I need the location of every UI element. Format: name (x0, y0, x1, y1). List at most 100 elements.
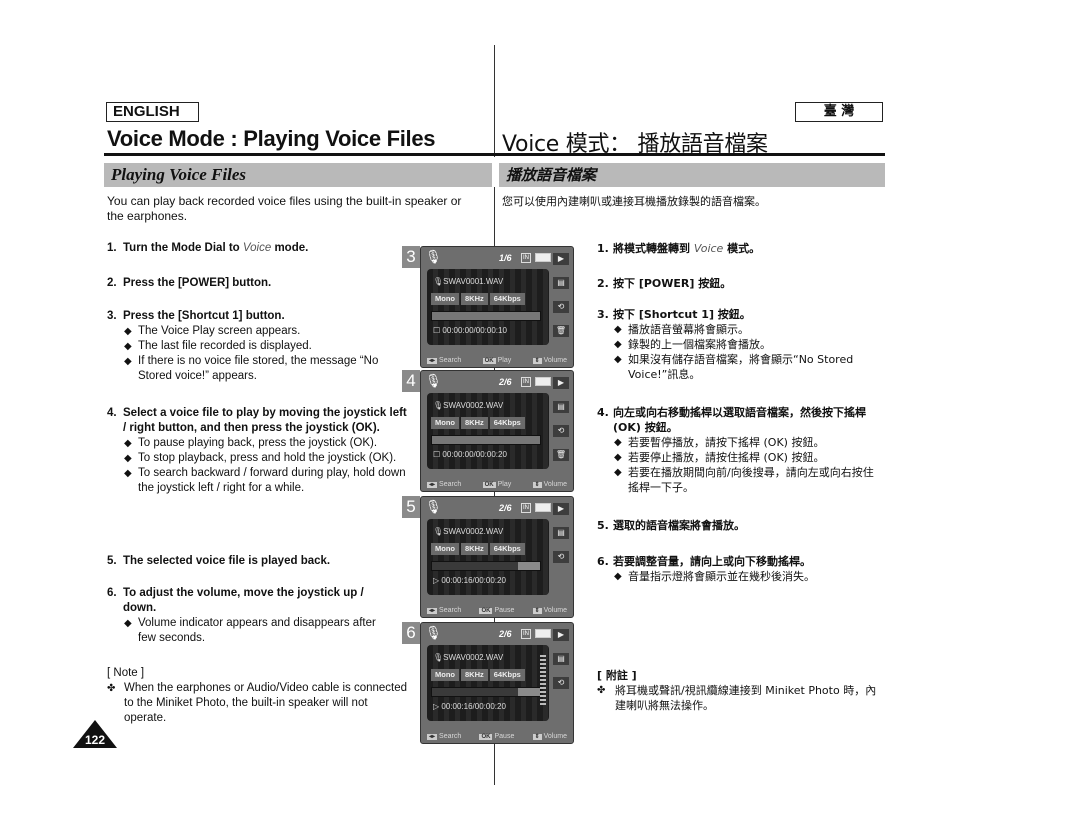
channel-tag: Mono (431, 669, 459, 681)
file-name: 🎙SWAV0001.WAV (433, 277, 504, 286)
bitrate-tag: 64Kbps (489, 543, 525, 555)
bullet-item: ◆ 若要在播放期間向前/向後搜尋，請向左或向右按住搖桿一下子。 (614, 466, 874, 494)
bullet-item: ◆ To search backward / forward during pla… (124, 467, 406, 494)
delete-icon[interactable]: 🗑 (553, 449, 569, 461)
bullet-item: ◆ 若要停止播放，請按住搖桿 (OK) 按鈕。 (614, 451, 825, 464)
bitrate-tag: 64Kbps (489, 417, 525, 429)
file-counter: 2/6 (499, 629, 512, 639)
joystick-ud-icon: ⇕ (532, 358, 542, 364)
step-text: To adjust the volume, move the joystick … (123, 587, 364, 614)
page-number: 122 (84, 733, 106, 747)
footer-volume: ⇕ Volume (532, 481, 567, 488)
time-readout: ☐ 00:00:00/00:00:10 (433, 326, 507, 335)
stop-icon: ☐ (433, 450, 441, 459)
microphone-icon: 🎙 (425, 625, 442, 640)
bullet-item: ◆ To stop playback, press and hold the jo… (124, 452, 397, 464)
channel-tag: Mono (431, 293, 459, 305)
joystick-ud-icon: ⇕ (532, 734, 542, 740)
step-text: Press the [POWER] button. (123, 277, 272, 289)
repeat-icon[interactable]: ⟲ (553, 425, 569, 437)
playback-mode-icon[interactable]: ▶ (553, 629, 569, 641)
storage-badge: IN (521, 629, 531, 639)
ok-icon: OK (482, 482, 496, 488)
step-4-chinese: 4. 向左或向右移動搖桿以選取語音檔案，然後按下搖桿 (OK) 按鈕。 ◆ 若要暫停… (597, 405, 882, 495)
footer-volume: ⇕ Volume (532, 357, 567, 364)
ok-icon: OK (482, 358, 496, 364)
note-title: [ Note ] (107, 667, 145, 679)
file-info-icon[interactable]: ▤ (553, 653, 569, 665)
battery-icon (535, 503, 551, 512)
playback-mode-icon[interactable]: ▶ (553, 503, 569, 515)
progress-bar (431, 435, 541, 445)
time-readout: ▷ 00:00:16/00:00:20 (433, 702, 506, 711)
file-info-icon[interactable]: ▤ (553, 277, 569, 289)
playback-panel: 🎙SWAV0002.WAV Mono 8KHz 64Kbps ▷ 00:00:1… (427, 645, 549, 721)
note-bullet-icon: ✤ (597, 685, 606, 696)
audio-format-tags: Mono 8KHz 64Kbps (431, 669, 525, 681)
screen-frame: 🎙 2/6 IN 🎙SWAV0002.WAV Mono 8KHz 64Kbps … (420, 622, 574, 744)
time-readout: ☐ 00:00:00/00:00:20 (433, 450, 507, 459)
voice-file-icon: 🎙 (433, 527, 444, 536)
bullet-item: ◆ 錄製的上一個檔案將會播放。 (614, 338, 771, 351)
file-counter: 2/6 (499, 377, 512, 387)
bullet-item: ◆ The Voice Play screen appears. (124, 325, 301, 337)
ok-icon: OK (479, 734, 493, 740)
playback-panel: 🎙SWAV0002.WAV Mono 8KHz 64Kbps ▷ 00:00:1… (427, 519, 549, 595)
note-title: [ 附註 ] (597, 669, 637, 682)
step-text: 若要調整音量，請向上或向下移動搖桿。 (613, 555, 811, 568)
title-rule-right (495, 153, 885, 156)
joystick-lr-icon: ◂▸ (427, 608, 438, 614)
bullet-item: ◆ To pause playing back, press the joysti… (124, 437, 378, 449)
screen-frame: 🎙 2/6 IN 🎙SWAV0002.WAV Mono 8KHz 64Kbps … (420, 496, 574, 618)
section-heading-band-right: 播放語音檔案 (499, 163, 885, 187)
delete-icon[interactable]: 🗑 (553, 325, 569, 337)
file-info-icon[interactable]: ▤ (553, 527, 569, 539)
voice-file-icon: 🎙 (433, 277, 444, 286)
battery-icon (535, 629, 551, 638)
footer-ok: OK Play (482, 357, 512, 364)
step-text: The selected voice file is played back. (123, 555, 331, 567)
progress-bar (431, 561, 541, 571)
step-5-chinese: 5. 選取的語音檔案將會播放。 (597, 519, 745, 532)
screen-step-number: 4 (402, 370, 420, 392)
bullet-item: ◆ 音量指示燈將會顯示並在幾秒後消失。 (614, 570, 815, 583)
footer-volume: ⇕ Volume (532, 733, 567, 740)
repeat-icon[interactable]: ⟲ (553, 551, 569, 563)
repeat-icon[interactable]: ⟲ (553, 677, 569, 689)
volume-indicator (540, 655, 546, 707)
screen-frame: 🎙 1/6 IN 🎙SWAV0001.WAV Mono 8KHz 64Kbps … (420, 246, 574, 368)
joystick-ud-icon: ⇕ (532, 482, 542, 488)
voice-file-icon: 🎙 (433, 401, 444, 410)
repeat-icon[interactable]: ⟲ (553, 301, 569, 313)
screen-step-number: 5 (402, 496, 420, 518)
device-screen-step-5: 5 🎙 2/6 IN 🎙SWAV0002.WAV Mono 8KHz 64Kbp… (402, 496, 574, 618)
sample-rate-tag: 8KHz (461, 669, 488, 681)
file-info-icon[interactable]: ▤ (553, 401, 569, 413)
footer-ok: OK Pause (479, 607, 515, 614)
playback-mode-icon[interactable]: ▶ (553, 253, 569, 265)
title-rule-left (104, 153, 495, 156)
file-counter: 1/6 (499, 253, 512, 263)
intro-chinese: 您可以使用內建喇叭或連接耳機播放錄製的語音檔案。 (502, 195, 766, 208)
sample-rate-tag: 8KHz (461, 417, 488, 429)
step-6-chinese: 6. 若要調整音量，請向上或向下移動搖桿。 ◆ 音量指示燈將會顯示並在幾秒後消失。 (597, 554, 882, 584)
step-3-chinese: 3. 按下 [Shortcut 1] 按鈕。 ◆ 播放語音螢幕將會顯示。 ◆ 錄製的上… (597, 307, 882, 382)
step-text: Press the [Shortcut 1] button. (123, 310, 285, 322)
bullet-item: ◆ 播放語音螢幕將會顯示。 (614, 323, 749, 336)
step-1-english: 1. Turn the Mode Dial to Voice mode. (107, 241, 397, 256)
microphone-icon: 🎙 (425, 499, 442, 514)
progress-bar (431, 687, 541, 697)
section-heading-band-left: Playing Voice Files (104, 163, 492, 187)
microphone-icon: 🎙 (425, 249, 442, 264)
screen-footer: ◂▸ Search OK Pause ⇕ Volume (427, 733, 567, 740)
channel-tag: Mono (431, 543, 459, 555)
progress-fill (432, 688, 519, 696)
note-text: 將耳機或聲訊/視訊纜線連接到 Miniket Photo 時，內建喇叭將無法操作… (615, 684, 877, 712)
footer-search: ◂▸ Search (427, 481, 462, 488)
sample-rate-tag: 8KHz (461, 543, 488, 555)
step-1-chinese: 1. 將模式轉盤轉到 Voice 模式。 (597, 242, 761, 255)
step-number: 1. (107, 242, 117, 254)
step-4-english: 4. Select a voice file to play by moving … (107, 407, 407, 494)
playback-mode-icon[interactable]: ▶ (553, 377, 569, 389)
joystick-lr-icon: ◂▸ (427, 734, 438, 740)
